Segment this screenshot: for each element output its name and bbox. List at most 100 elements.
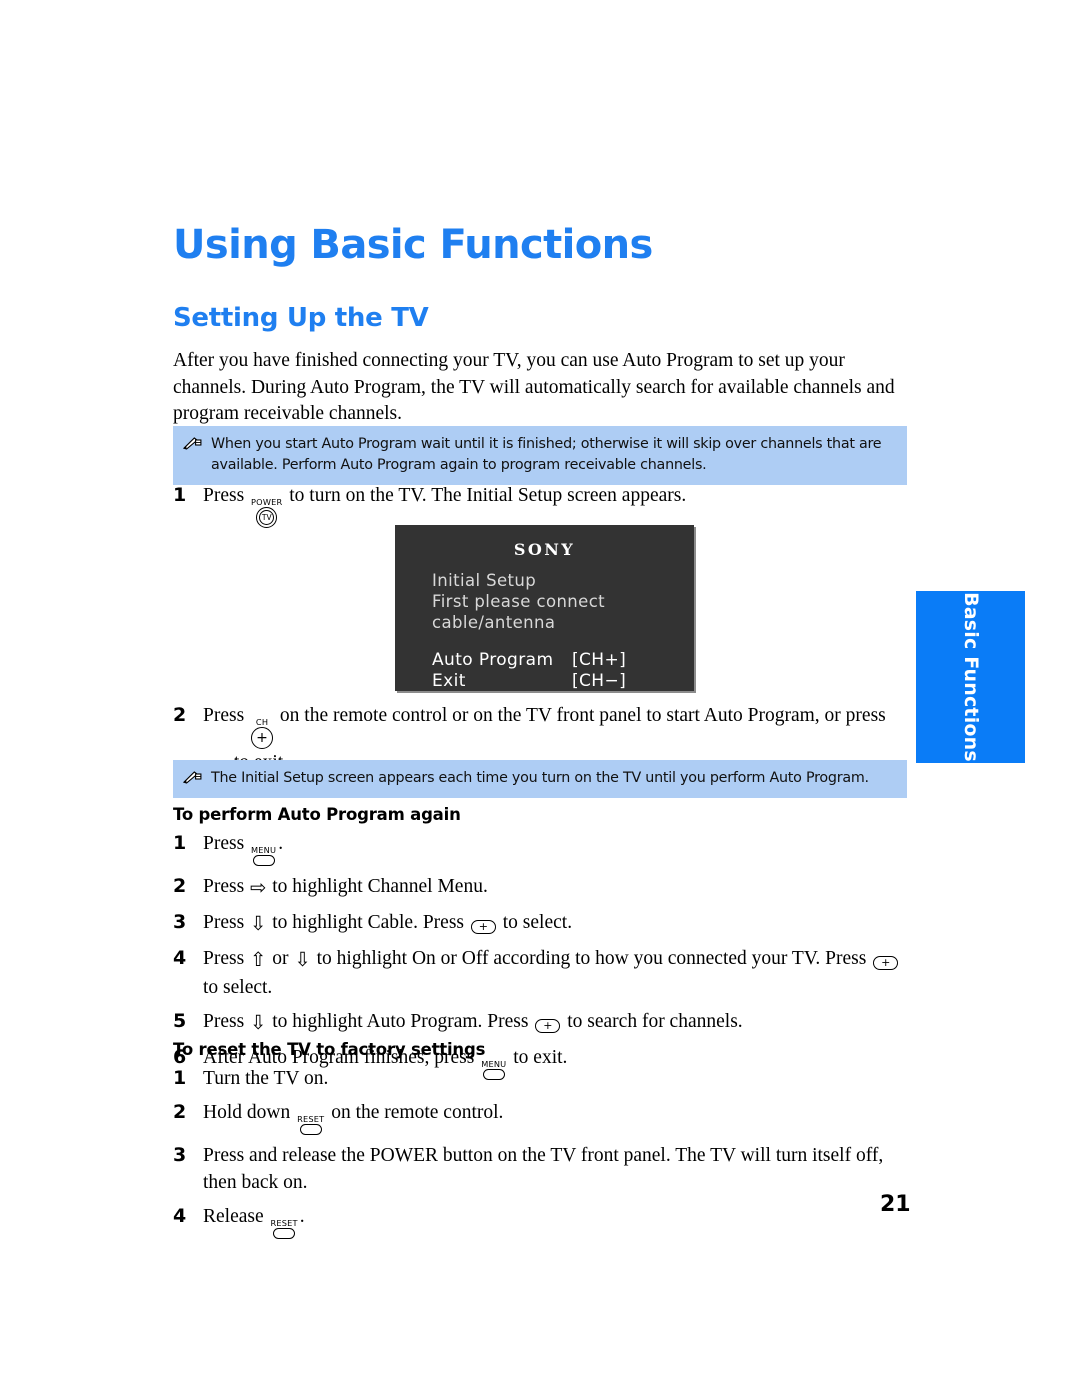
arrow-down-icon: ⇩ xyxy=(250,914,267,935)
step-pre-text: Press xyxy=(203,833,245,854)
channel-up-button-icon[interactable]: CH + xyxy=(251,718,274,749)
select-button-icon[interactable]: + xyxy=(535,1018,561,1033)
tv-menu-label: Exit xyxy=(432,671,466,691)
side-tab-label: Basic Functions xyxy=(959,592,982,762)
step-mid-text: to highlight Auto Program. Press xyxy=(272,1011,529,1032)
step-number: 2 xyxy=(173,704,187,726)
arrow-down-icon: ⇩ xyxy=(250,1013,267,1034)
section-title: Setting Up the TV xyxy=(173,303,429,333)
page-number: 21 xyxy=(880,1192,911,1217)
manual-page: Using Basic Functions Setting Up the TV … xyxy=(0,0,1080,1397)
step-text: Press ⇩ to highlight Auto Program. Press… xyxy=(203,1008,918,1037)
step-text: Press ⇨ to highlight Channel Menu. xyxy=(203,873,918,902)
step-item: 4 Release RESET . xyxy=(173,1203,918,1239)
step-item: 1 Turn the TV on. xyxy=(173,1065,918,1092)
tv-line: Initial Setup xyxy=(432,571,537,590)
tv-menu-label: Auto Program xyxy=(432,650,554,670)
select-button-icon[interactable]: + xyxy=(873,955,899,970)
tv-screen-lines: Initial Setup First please connect cable… xyxy=(395,570,694,633)
arrow-down-icon: ⇩ xyxy=(294,950,311,971)
subsection-heading-auto-program: To perform Auto Program again xyxy=(173,805,461,824)
step-number: 1 xyxy=(173,1067,187,1089)
step-item: 3 Press ⇩ to highlight Cable. Press + to… xyxy=(173,909,918,938)
step-number: 5 xyxy=(173,1010,187,1032)
step-mid-text: on the remote control or on the TV front… xyxy=(279,705,886,726)
step-item: 3 Press and release the POWER button on … xyxy=(173,1142,918,1196)
step-text: Press POWER TV to turn on the TV. The In… xyxy=(203,482,918,528)
step-text: Release RESET . xyxy=(203,1203,918,1239)
step-post-text: . xyxy=(299,1206,305,1227)
intro-paragraph: After you have finished connecting your … xyxy=(173,350,895,424)
step-number: 3 xyxy=(173,911,187,933)
step-number: 3 xyxy=(173,1144,187,1166)
step-pre-text: Press xyxy=(203,912,245,933)
reset-button-icon[interactable]: RESET xyxy=(297,1115,324,1135)
factory-reset-steps-list: 1 Turn the TV on. 2 Hold down RESET on t… xyxy=(173,1065,918,1246)
step-pre-text: Press xyxy=(203,876,245,897)
menu-icon-caption: MENU xyxy=(251,845,277,855)
side-tab-basic-functions: Basic Functions xyxy=(916,591,1025,763)
step-item: 2 Press ⇨ to highlight Channel Menu. xyxy=(173,873,918,902)
step-item: 2 Hold down RESET on the remote control. xyxy=(173,1099,918,1135)
note-text: When you start Auto Program wait until i… xyxy=(211,436,882,473)
note-box-2: The Initial Setup screen appears each ti… xyxy=(173,760,907,798)
step-post-text: to highlight Channel Menu. xyxy=(272,876,488,897)
power-icon-caption: POWER xyxy=(251,497,283,507)
step-number: 4 xyxy=(173,1205,187,1227)
power-icon-glyph: TV xyxy=(261,512,272,522)
step-item: 5 Press ⇩ to highlight Auto Program. Pre… xyxy=(173,1008,918,1037)
step-post-text: to turn on the TV. The Initial Setup scr… xyxy=(289,485,687,506)
subsection-heading-factory-reset: To reset the TV to factory settings xyxy=(173,1040,486,1059)
pencil-note-icon xyxy=(182,436,202,455)
tv-initial-setup-screen: SONY Initial Setup First please connect … xyxy=(395,525,694,691)
reset-icon-shape xyxy=(299,1124,322,1135)
note-text: The Initial Setup screen appears each ti… xyxy=(211,770,869,786)
step-item: 1 Press POWER TV to turn on the TV. The … xyxy=(173,482,918,528)
step-item: 1 Press MENU . xyxy=(173,830,918,866)
reset-button-icon[interactable]: RESET xyxy=(271,1219,298,1239)
arrow-right-icon: ⇨ xyxy=(250,878,267,899)
step-pre-text: Hold down xyxy=(203,1102,291,1123)
step-pre-text: Press xyxy=(203,485,245,506)
step-pre-text: Press xyxy=(203,948,245,969)
power-tv-button-icon[interactable]: POWER TV xyxy=(251,498,282,528)
tv-menu-value: [CH−] xyxy=(572,671,627,691)
tv-line: First please connect xyxy=(432,592,606,611)
reset-icon-caption: RESET xyxy=(270,1218,298,1228)
step-mid-text: to highlight Cable. Press xyxy=(272,912,465,933)
step-pre-text: Turn the TV on. xyxy=(203,1068,329,1089)
step-text: Press and release the POWER button on th… xyxy=(203,1145,884,1193)
reset-icon-caption: RESET xyxy=(297,1114,325,1124)
step-text: Press MENU . xyxy=(203,830,918,866)
tv-menu-value: [CH+] xyxy=(572,650,627,670)
menu-icon-shape xyxy=(252,855,275,866)
step-number: 2 xyxy=(173,1101,187,1123)
tv-line: cable/antenna xyxy=(432,613,556,632)
menu-button-icon[interactable]: MENU xyxy=(251,846,276,866)
step-number: 2 xyxy=(173,875,187,897)
pencil-note-icon xyxy=(182,770,202,789)
tv-menu: Auto Program [CH+] Exit [CH−] xyxy=(395,650,694,692)
step-post-text: . xyxy=(278,833,284,854)
step-post-text: on the remote control. xyxy=(331,1102,504,1123)
select-button-icon[interactable]: + xyxy=(470,919,496,934)
step-item: 4 Press ⇧ or ⇩ to highlight On or Off ac… xyxy=(173,945,918,1001)
step-text: Press ⇧ or ⇩ to highlight On or Off acco… xyxy=(203,945,918,1001)
step-pre-text: Press xyxy=(203,705,245,726)
note-box-1: When you start Auto Program wait until i… xyxy=(173,426,907,485)
arrow-up-icon: ⇧ xyxy=(250,950,267,971)
step-text: Hold down RESET on the remote control. xyxy=(203,1099,918,1135)
step-number: 4 xyxy=(173,947,187,969)
step-mid-text: to highlight On or Off according to how … xyxy=(316,948,867,969)
sony-logo: SONY xyxy=(513,540,576,559)
step-conjunction: or xyxy=(272,948,289,969)
step-pre-text: Press xyxy=(203,1011,245,1032)
page-title: Using Basic Functions xyxy=(173,222,653,268)
step-text: Press ⇩ to highlight Cable. Press + to s… xyxy=(203,909,918,938)
step-number: 1 xyxy=(173,484,187,506)
ch-up-glyph: + xyxy=(251,727,274,749)
step-number: 1 xyxy=(173,832,187,854)
step-post-text: to search for channels. xyxy=(567,1011,743,1032)
step-text: Turn the TV on. xyxy=(203,1065,918,1092)
step-post-text: to select. xyxy=(502,912,573,933)
